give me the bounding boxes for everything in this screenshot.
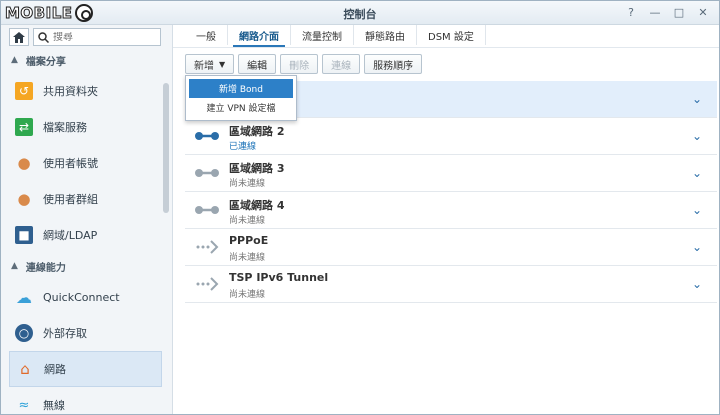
file-services-icon: ⇄ — [15, 118, 33, 136]
search-input[interactable] — [53, 31, 153, 43]
minimize-icon[interactable]: — — [647, 4, 663, 20]
sidebar-item-label: 網路 — [44, 363, 66, 376]
add-button-label: 新增 — [194, 60, 214, 72]
section-connectivity[interactable]: ▲ 連線能力 — [1, 255, 163, 277]
sidebar-item-label: QuickConnect — [43, 290, 120, 304]
tab-general[interactable]: 一般 — [185, 25, 228, 45]
home-button[interactable] — [9, 28, 29, 46]
tab-dsm-settings[interactable]: DSM 設定 — [417, 25, 486, 45]
interface-row[interactable]: 區域網路 4 尚未連線 ⌄ — [185, 192, 717, 229]
lan-disconnected-icon — [195, 169, 219, 177]
wifi-icon: ≈ — [18, 397, 30, 413]
lan-connected-icon — [195, 132, 219, 140]
network-home-icon: ⌂ — [20, 360, 30, 378]
sidebar-item-label: 外部存取 — [43, 327, 87, 340]
chevron-down-icon[interactable]: ⌄ — [689, 165, 705, 181]
interface-row[interactable]: PPPoE 尚未連線 ⌄ — [185, 229, 717, 266]
tab-traffic-control[interactable]: 流量控制 — [291, 25, 354, 45]
shared-folder-icon: ↺ — [15, 82, 33, 100]
section-label: 連線能力 — [25, 262, 66, 274]
add-button[interactable]: 新增 ▼ — [185, 54, 235, 74]
window-controls: ? — □ ✕ — [623, 4, 711, 20]
sidebar-item-label: 共用資料夾 — [43, 85, 98, 98]
chevron-down-icon[interactable]: ⌄ — [689, 91, 705, 107]
pppoe-icon — [196, 240, 219, 254]
section-file-sharing[interactable]: ▲ 檔案分享 — [1, 49, 163, 71]
sidebar-item-quickconnect[interactable]: ☁ QuickConnect — [9, 279, 162, 315]
chevron-down-icon[interactable]: ⌄ — [689, 239, 705, 255]
sidebar-item-network[interactable]: ⌂ 網路 — [9, 351, 162, 387]
interface-name: 區域網路 4 — [229, 199, 285, 212]
interface-status: 尚未連線 — [229, 179, 266, 189]
sidebar-item-label: 網域/LDAP — [43, 229, 98, 242]
sidebar-item-label: 檔案服務 — [43, 121, 87, 134]
chevron-up-icon: ▲ — [11, 55, 18, 65]
quickconnect-icon: ☁ — [16, 287, 32, 307]
lan-disconnected-icon — [195, 206, 219, 214]
sidebar-item-file-services[interactable]: ⇄ 檔案服務 — [9, 109, 162, 145]
sidebar-scrollbar[interactable] — [163, 83, 169, 213]
edit-button[interactable]: 編輯 — [238, 54, 277, 74]
connect-button[interactable]: 連線 — [322, 54, 361, 74]
help-icon[interactable]: ? — [623, 4, 639, 20]
home-icon — [13, 31, 25, 43]
sidebar-item-user[interactable]: ● 使用者帳號 — [9, 145, 162, 181]
sidebar-search[interactable] — [33, 28, 161, 46]
search-icon — [38, 31, 49, 43]
domain-icon: ■ — [15, 226, 33, 244]
interface-status: 已連線 — [229, 142, 257, 152]
sidebar-item-group[interactable]: ● 使用者群組 — [9, 181, 162, 217]
menu-item-create-vpn-profile[interactable]: 建立 VPN 設定檔 — [189, 98, 293, 117]
interface-name: 區域網路 2 — [229, 125, 285, 138]
chevron-up-icon: ▲ — [11, 261, 18, 271]
menu-item-add-bond[interactable]: 新增 Bond — [189, 79, 293, 98]
sidebar-item-external-access[interactable]: ○ 外部存取 — [9, 315, 162, 351]
control-panel-window: MOBILE 控制台 ? — □ ✕ ▲ 檔案分享 ↺ 共用資料夾 ⇄ 檔案服務 — [0, 0, 720, 415]
title-bar[interactable]: MOBILE 控制台 ? — □ ✕ — [1, 1, 719, 25]
interface-row[interactable]: 區域網路 3 尚未連線 ⌄ — [185, 155, 717, 192]
add-dropdown-menu: 新增 Bond 建立 VPN 設定檔 — [185, 75, 297, 121]
interface-name: 區域網路 3 — [229, 162, 285, 175]
maximize-icon[interactable]: □ — [671, 4, 687, 20]
chevron-down-icon[interactable]: ⌄ — [689, 202, 705, 218]
tab-network-interface[interactable]: 網路介面 — [228, 25, 291, 47]
close-icon[interactable]: ✕ — [695, 4, 711, 20]
interface-status: 尚未連線 — [229, 216, 266, 226]
interface-name: PPPoE — [229, 234, 269, 247]
interface-status: 尚未連線 — [229, 290, 266, 300]
sidebar-item-shared-folder[interactable]: ↺ 共用資料夾 — [9, 73, 162, 109]
sidebar-item-label: 無線 — [43, 399, 65, 412]
globe-icon: ○ — [15, 324, 33, 342]
sidebar-item-wireless[interactable]: ≈ 無線 — [9, 387, 162, 414]
interface-row[interactable]: 區域網路 2 已連線 ⌄ — [185, 118, 717, 155]
chevron-down-icon[interactable]: ⌄ — [689, 276, 705, 292]
tab-divider — [173, 47, 719, 48]
caret-down-icon: ▼ — [219, 59, 226, 69]
interface-status: 尚未連線 — [229, 253, 266, 263]
tunnel-icon — [196, 277, 219, 291]
window-title: 控制台 — [343, 8, 377, 21]
sidebar-item-label: 使用者帳號 — [43, 157, 98, 170]
user-icon: ● — [17, 154, 31, 172]
sidebar: ▲ 檔案分享 ↺ 共用資料夾 ⇄ 檔案服務 ● 使用者帳號 ● 使用者群組 ■ … — [1, 25, 173, 414]
delete-button[interactable]: 刪除 — [280, 54, 319, 74]
interface-row[interactable]: TSP IPv6 Tunnel 尚未連線 ⌄ — [185, 266, 717, 303]
toolbar: 新增 ▼ 編輯 刪除 連線 服務順序 — [185, 54, 423, 74]
group-icon: ● — [17, 190, 31, 208]
sidebar-item-label: 使用者群組 — [43, 193, 98, 206]
sidebar-item-domain-ldap[interactable]: ■ 網域/LDAP — [9, 217, 162, 253]
interface-name: TSP IPv6 Tunnel — [229, 271, 329, 284]
tab-static-route[interactable]: 靜態路由 — [354, 25, 417, 45]
chevron-down-icon[interactable]: ⌄ — [689, 128, 705, 144]
tab-bar: 一般 網路介面 流量控制 靜態路由 DSM 設定 — [185, 25, 486, 47]
section-label: 檔案分享 — [25, 56, 66, 68]
service-order-button[interactable]: 服務順序 — [364, 54, 423, 74]
